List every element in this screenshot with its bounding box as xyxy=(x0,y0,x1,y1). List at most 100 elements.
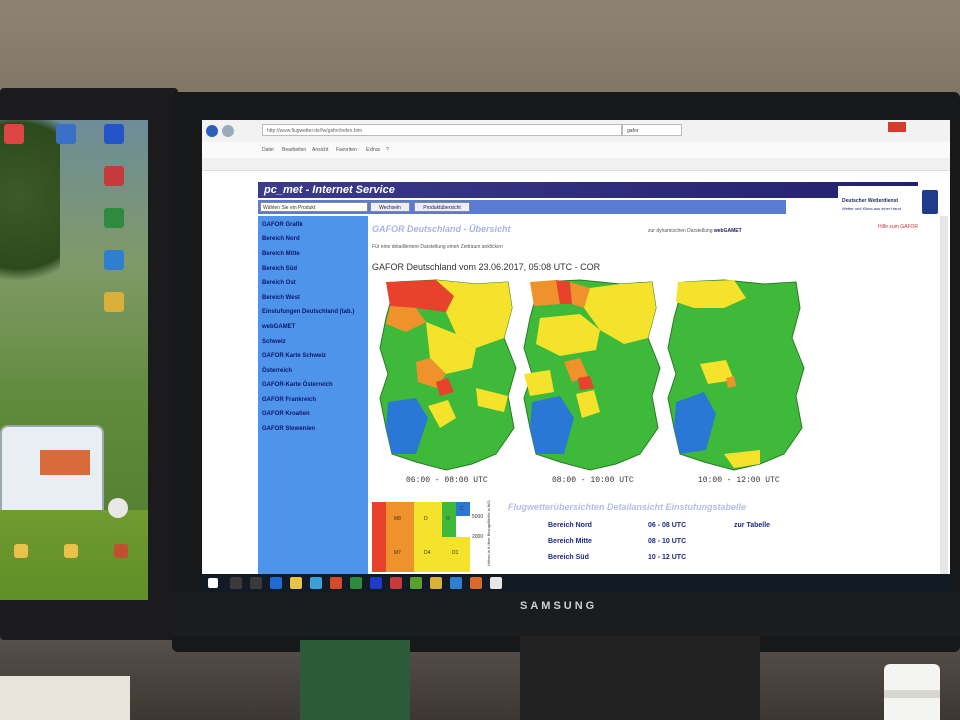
to-table-link[interactable]: zur Tabelle xyxy=(734,522,770,529)
gafor-legend: M8 D O C M7 D4 D1 5000 2000 xyxy=(372,502,483,572)
desktop-icon[interactable] xyxy=(108,498,128,518)
desktop-icon[interactable] xyxy=(104,208,124,228)
sidebar-item[interactable]: Schweiz xyxy=(262,339,286,345)
url-input[interactable]: http://www.flugwetter.de/fw/gafor/index.… xyxy=(262,124,622,136)
section-title: Flugwetterübersichten Detailansicht Eins… xyxy=(508,502,747,512)
gafor-help-link[interactable]: Hilfe zum GAFOR xyxy=(878,224,918,230)
explorer-icon[interactable] xyxy=(290,577,302,589)
table-row-time[interactable]: 06 - 08 UTC xyxy=(648,522,686,529)
legend-cell: D1 xyxy=(452,550,459,556)
browser-address-bar: http://www.flugwetter.de/fw/gafor/index.… xyxy=(202,120,950,143)
sidebar-item[interactable]: Bereich West xyxy=(262,295,300,301)
table-row-time[interactable]: 08 - 10 UTC xyxy=(648,538,686,545)
legend-cell: C xyxy=(460,506,464,512)
sidebar-item[interactable]: GAFOR Kroatien xyxy=(262,411,310,417)
browser-toolbar xyxy=(202,158,950,171)
task-view-icon[interactable] xyxy=(250,577,262,589)
circuit-board xyxy=(300,640,410,720)
sidebar-item[interactable]: Bereich Mitte xyxy=(262,251,300,257)
menu-item[interactable]: Ansicht xyxy=(312,147,328,153)
scrollbar[interactable] xyxy=(940,216,948,592)
menu-item[interactable]: Datei xyxy=(262,147,274,153)
sidebar-item[interactable]: Einstufungen Deutschland (tab.) xyxy=(262,309,354,315)
table-row-area[interactable]: Bereich Nord xyxy=(548,522,592,529)
desktop-icon[interactable] xyxy=(4,124,24,144)
product-overview-button[interactable]: Produktübersicht xyxy=(414,202,470,212)
page-banner: pc_met - Internet Service xyxy=(258,182,918,198)
region-orange-north xyxy=(530,280,560,306)
wallpaper-caravan-window xyxy=(40,450,90,475)
windows-taskbar xyxy=(202,574,950,592)
app-icon[interactable] xyxy=(350,577,362,589)
dwd-tagline: Wetter und Klima aus einer Hand xyxy=(842,206,901,211)
app-icon[interactable] xyxy=(330,577,342,589)
edge-icon[interactable] xyxy=(270,577,282,589)
sidebar-item[interactable]: Österreich xyxy=(262,368,292,374)
sidebar-item[interactable]: GAFOR Karte Schweiz xyxy=(262,353,326,359)
legend-color-red xyxy=(372,502,386,572)
sidebar-item[interactable]: Bereich Süd xyxy=(262,266,297,272)
desktop-icon[interactable] xyxy=(114,544,128,558)
sidebar-item[interactable]: GAFOR Grafik xyxy=(262,222,303,228)
app-icon[interactable] xyxy=(410,577,422,589)
page-title: GAFOR Deutschland - Übersicht xyxy=(372,224,511,234)
sidebar-item[interactable]: webGAMET xyxy=(262,324,295,330)
desktop-icon[interactable] xyxy=(104,166,124,186)
webgamet-link[interactable]: webGAMET xyxy=(714,228,742,234)
legend-cell: D xyxy=(424,516,428,522)
dwd-logo-area: Deutscher Wetterdienst Wetter und Klima … xyxy=(838,186,948,218)
gafor-map-0800[interactable] xyxy=(520,278,670,478)
wallpaper-tree xyxy=(0,120,60,310)
close-window-button[interactable] xyxy=(888,122,906,132)
legend-cell: O xyxy=(446,516,450,522)
app-icon[interactable] xyxy=(370,577,382,589)
menu-item[interactable]: Bearbeiten xyxy=(282,147,306,153)
legend-cell: M8 xyxy=(394,516,401,522)
forward-icon[interactable] xyxy=(222,125,234,137)
table-row-area[interactable]: Bereich Mitte xyxy=(548,538,592,545)
sidebar-item[interactable]: Bereich Nord xyxy=(262,236,300,242)
gafor-map-1000[interactable] xyxy=(664,278,814,478)
bottle-cap-band xyxy=(884,690,940,698)
table-row-area[interactable]: Bereich Süd xyxy=(548,554,589,561)
folder-icon[interactable] xyxy=(14,544,28,558)
desktop-icon[interactable] xyxy=(104,292,124,312)
switch-button[interactable]: Wechseln xyxy=(370,202,410,212)
foreground-box xyxy=(0,676,130,720)
sidebar-item[interactable]: GAFOR-Karte Österreich xyxy=(262,382,333,388)
menu-item[interactable]: ? xyxy=(386,147,389,153)
main-screen: http://www.flugwetter.de/fw/gafor/index.… xyxy=(202,120,950,592)
app-icon[interactable] xyxy=(490,577,502,589)
gafor-map-0600[interactable] xyxy=(376,278,526,478)
store-icon[interactable] xyxy=(310,577,322,589)
dynamic-link-row: zur dynamischen Darstellung webGAMET xyxy=(648,228,742,234)
left-monitor-screen xyxy=(0,120,148,600)
desktop-icon[interactable] xyxy=(104,124,124,144)
detail-hint: Für eine detailliertere Darstellung eine… xyxy=(372,244,503,250)
menu-item[interactable]: Favoriten xyxy=(336,147,357,153)
browser-menu-bar: Datei Bearbeiten Ansicht Favoriten Extra… xyxy=(202,142,950,159)
sidebar-item[interactable]: GAFOR Frankreich xyxy=(262,397,316,403)
legend-cell: M7 xyxy=(394,550,401,556)
windows-start-icon[interactable] xyxy=(208,578,218,588)
sidebar-item[interactable]: GAFOR Slowenien xyxy=(262,426,315,432)
monitor-bezel-bottom xyxy=(172,592,960,636)
map-time-label: 08:00 - 10:00 UTC xyxy=(552,476,634,485)
app-icon[interactable] xyxy=(470,577,482,589)
app-icon[interactable] xyxy=(430,577,442,589)
browser-tab[interactable]: gafor xyxy=(622,124,682,136)
menu-item[interactable]: Extras xyxy=(366,147,380,153)
app-icon[interactable] xyxy=(390,577,402,589)
product-select[interactable]: Wählen Sie ein Produkt xyxy=(260,202,368,212)
monitor-brand: SAMSUNG xyxy=(520,600,598,612)
app-icon[interactable] xyxy=(450,577,462,589)
desktop-icon[interactable] xyxy=(56,124,76,144)
desktop-icon[interactable] xyxy=(104,250,124,270)
table-row-time[interactable]: 10 - 12 UTC xyxy=(648,554,686,561)
search-icon[interactable] xyxy=(230,577,242,589)
sidebar-item[interactable]: Bereich Ost xyxy=(262,280,296,286)
monitor-stand-area xyxy=(520,636,760,720)
folder-icon[interactable] xyxy=(64,544,78,558)
map-time-label: 10:00 - 12:00 UTC xyxy=(698,476,780,485)
back-icon[interactable] xyxy=(206,125,218,137)
